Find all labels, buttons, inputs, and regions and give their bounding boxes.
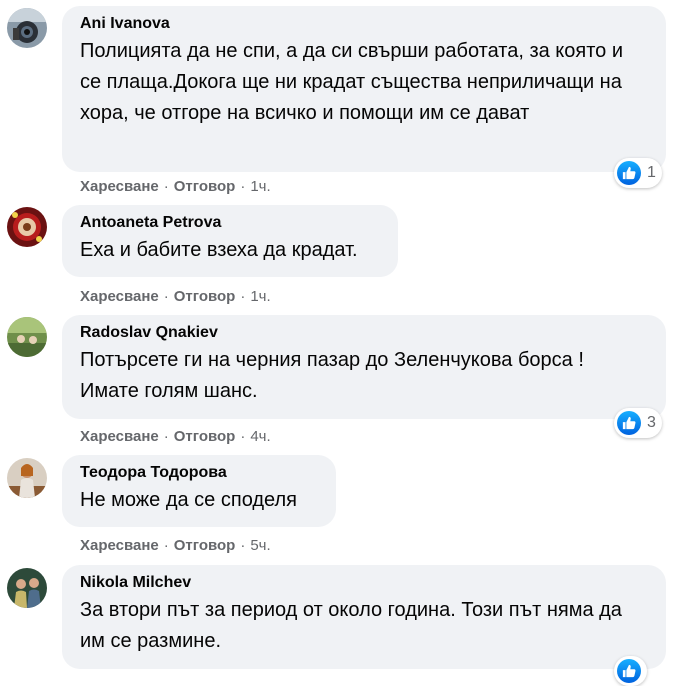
like-icon [617, 411, 641, 435]
separator-dot: · [163, 288, 169, 305]
like-icon [617, 659, 641, 683]
comment-text: За втори път за период от около година. … [80, 599, 622, 652]
comment-author[interactable]: Теодора Тодорова [80, 463, 318, 483]
comment-timestamp[interactable]: 1ч. [250, 178, 270, 195]
comment-bubble: Теодора Тодорова Не може да се споделя [62, 455, 336, 527]
avatar[interactable] [7, 8, 47, 48]
reaction-count: 1 [647, 164, 656, 181]
comment-author[interactable]: Nikola Milchev [80, 573, 648, 593]
reaction-counter[interactable] [614, 656, 647, 686]
comment-actions: Харесване · Отговор · 4ч. [80, 427, 271, 447]
comment-text: Еха и бабите взеха да крадат. [80, 239, 358, 261]
comment-actions: Харесване · Отговор · 1ч. [80, 177, 271, 197]
comment-text: Не може да се споделя [80, 489, 298, 511]
comment-timestamp[interactable]: 1ч. [250, 288, 270, 305]
comment-bubble: Ani Ivanova Полицията да не спи, а да си… [62, 6, 666, 172]
reply-button[interactable]: Отговор [174, 288, 236, 305]
comment-bubble: Antoaneta Petrova Еха и бабите взеха да … [62, 205, 398, 277]
comment-text: Полицията да не спи, а да си свърши рабо… [80, 40, 624, 124]
reply-button[interactable]: Отговор [174, 537, 236, 554]
avatar[interactable] [7, 317, 47, 357]
like-button[interactable]: Харесване [80, 288, 159, 305]
reply-button[interactable]: Отговор [174, 428, 236, 445]
like-button[interactable]: Харесване [80, 428, 159, 445]
reaction-counter[interactable]: 3 [614, 408, 662, 438]
like-button[interactable]: Харесване [80, 178, 159, 195]
separator-dot: · [163, 178, 169, 195]
separator-dot: · [163, 428, 169, 445]
like-icon [617, 161, 641, 185]
reaction-count: 3 [647, 414, 656, 431]
separator-dot: · [240, 288, 246, 305]
separator-dot: · [240, 178, 246, 195]
avatar[interactable] [7, 568, 47, 608]
avatar[interactable] [7, 207, 47, 247]
comment-bubble: Radoslav Qnakiev Потърсете ги на черния … [62, 315, 666, 419]
separator-dot: · [163, 537, 169, 554]
like-button[interactable]: Харесване [80, 537, 159, 554]
comment-timestamp[interactable]: 4ч. [250, 428, 270, 445]
reply-button[interactable]: Отговор [174, 178, 236, 195]
reaction-counter[interactable]: 1 [614, 158, 662, 188]
separator-dot: · [240, 428, 246, 445]
comment-author[interactable]: Antoaneta Petrova [80, 213, 380, 233]
comment-text: Потърсете ги на черния пазар до Зеленчук… [80, 349, 584, 402]
comment-author[interactable]: Radoslav Qnakiev [80, 323, 648, 343]
separator-dot: · [240, 537, 246, 554]
comment-author[interactable]: Ani Ivanova [80, 14, 648, 34]
avatar[interactable] [7, 458, 47, 498]
comment-bubble: Nikola Milchev За втори път за период от… [62, 565, 666, 669]
comment-actions: Харесване · Отговор · 5ч. [80, 536, 271, 556]
comment-timestamp[interactable]: 5ч. [250, 537, 270, 554]
comment-actions: Харесване · Отговор · 1ч. [80, 287, 271, 307]
